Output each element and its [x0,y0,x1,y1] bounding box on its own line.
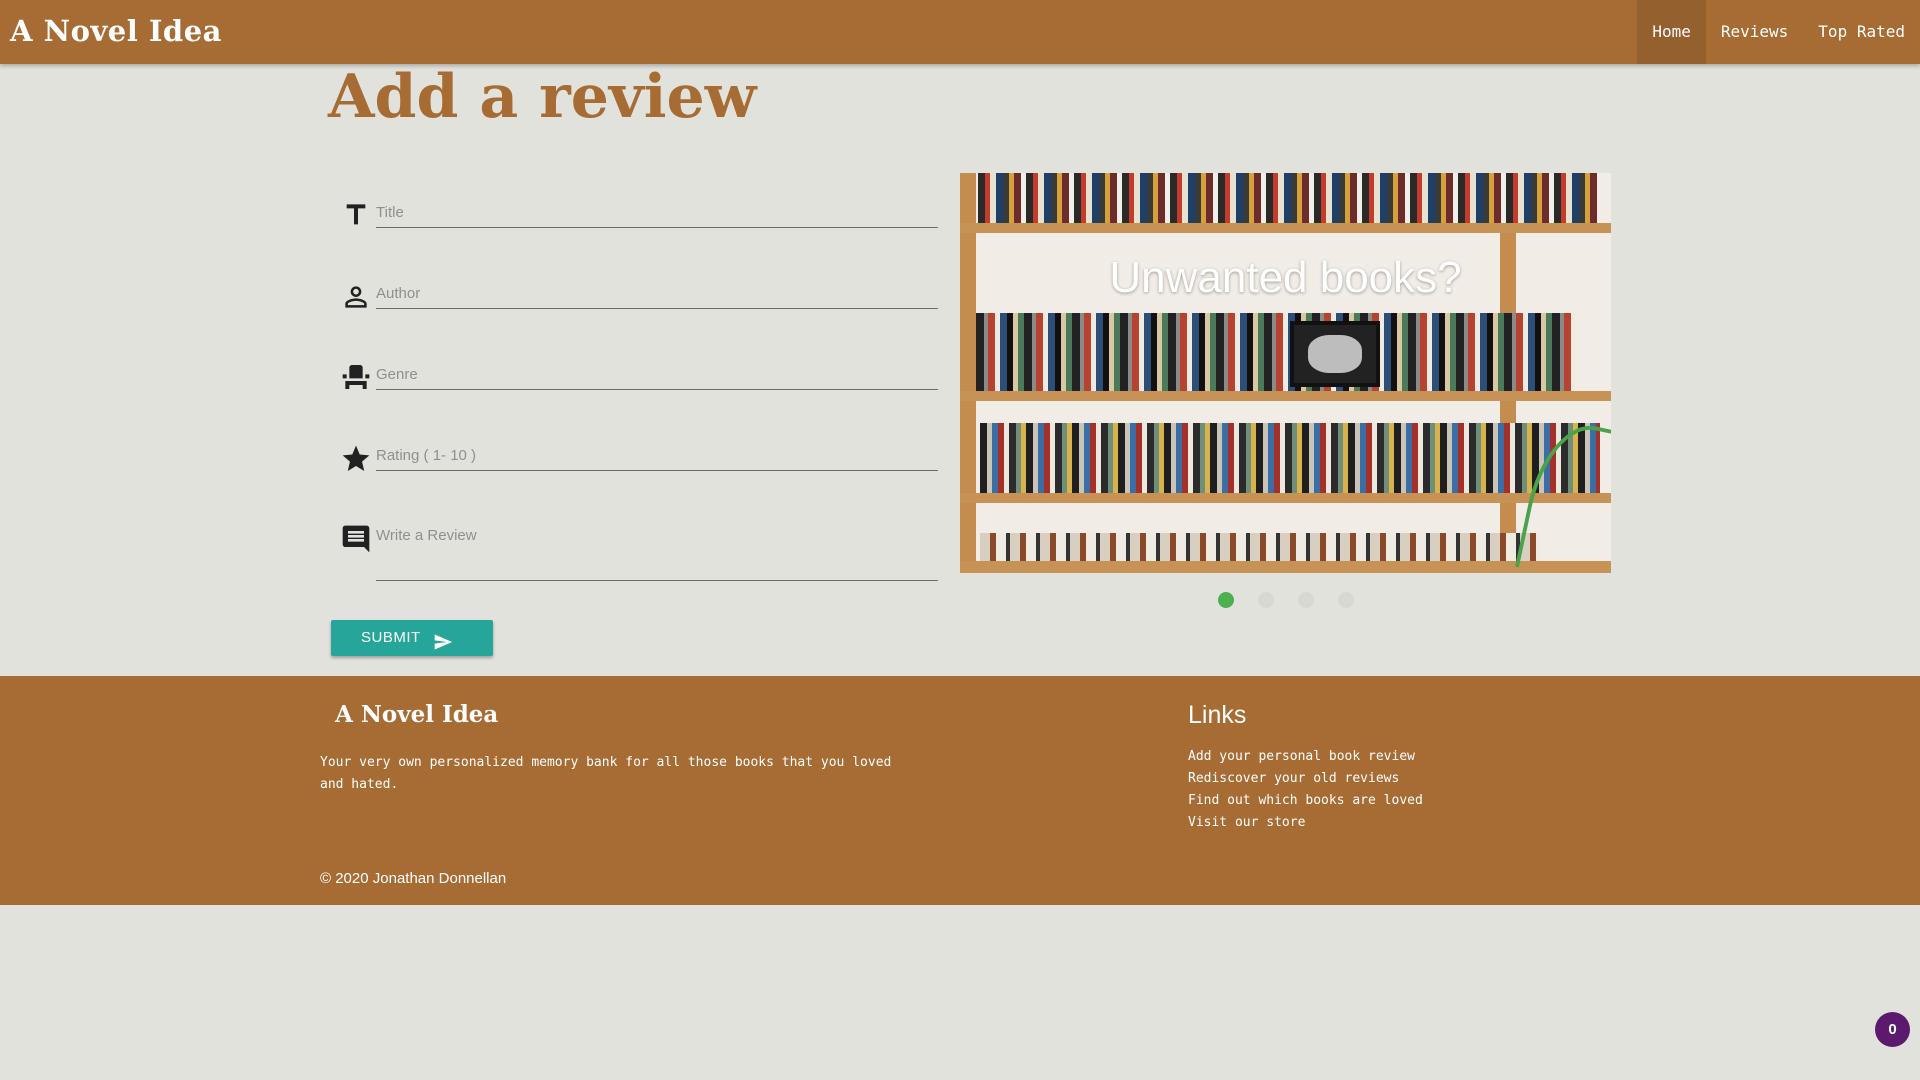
rating-input[interactable] [376,440,938,471]
carousel-indicators [1218,592,1354,608]
footer-link-rediscover[interactable]: Rediscover your old reviews [1188,771,1399,786]
title-field-group [340,195,938,235]
shelf-board [960,561,1611,573]
books-row-third [980,423,1600,493]
footer-link-loved-books[interactable]: Find out which books are loved [1188,793,1423,808]
carousel-dot-3[interactable] [1298,592,1314,608]
footer-link-item: Find out which books are loved [1188,790,1423,812]
person-icon [345,286,367,308]
footer-description: Your very own personalized memory bank f… [320,755,892,792]
nav-link-reviews[interactable]: Reviews [1706,0,1803,64]
nav-link-top-rated[interactable]: Top Rated [1803,0,1920,64]
books-row-bottom [980,533,1540,561]
send-icon [434,634,453,650]
footer-link-item: Add your personal book review [1188,746,1423,768]
title-input[interactable] [376,197,938,228]
footer-link-item: Rediscover your old reviews [1188,768,1423,790]
picture-frame [1290,321,1380,387]
footer-links-title: Links [1188,701,1247,729]
nav-link-home[interactable]: Home [1637,0,1706,64]
notification-badge[interactable]: 0 [1875,1012,1910,1047]
shelf-board [960,493,1611,503]
footer-links: Add your personal book review Rediscover… [1188,746,1423,834]
star-icon [342,445,370,471]
footer-brand: A Novel Idea [335,701,499,728]
footer: A Novel Idea Your very own personalized … [0,676,1920,905]
brand-logo[interactable]: A Novel Idea [10,14,222,48]
bookshelf-image [960,173,1611,573]
navbar: A Novel Idea Home Reviews Top Rated [0,0,1920,64]
rating-field-group [340,438,938,478]
title-icon [346,204,366,225]
submit-button[interactable]: SUBMIT [331,620,493,656]
page-title: Add a review [328,62,757,132]
books-row-top [978,173,1598,223]
carousel-dot-2[interactable] [1258,592,1274,608]
review-field-group [340,519,938,595]
author-field-group [340,276,938,316]
shelf-board [960,391,1611,401]
nav-links: Home Reviews Top Rated [1637,0,1920,64]
footer-link-store[interactable]: Visit our store [1188,815,1305,830]
copyright: © 2020 Jonathan Donnellan [320,870,507,887]
carousel-dot-1[interactable] [1218,592,1234,608]
submit-label: SUBMIT [361,629,421,646]
genre-field-group [340,357,938,397]
footer-link-item: Visit our store [1188,812,1423,834]
genre-input[interactable] [376,359,938,390]
carousel-caption: Unwanted books? [1109,253,1462,302]
seat-icon [342,365,370,389]
books-row-second [976,313,1576,391]
image-carousel[interactable]: Unwanted books? [960,173,1611,573]
shelf-post-left [960,173,976,573]
author-input[interactable] [376,278,938,309]
shelf-board [960,223,1611,233]
carousel-dot-4[interactable] [1338,592,1354,608]
review-textarea[interactable] [376,519,938,581]
footer-link-add-review[interactable]: Add your personal book review [1188,749,1415,764]
comment-icon [342,525,370,553]
